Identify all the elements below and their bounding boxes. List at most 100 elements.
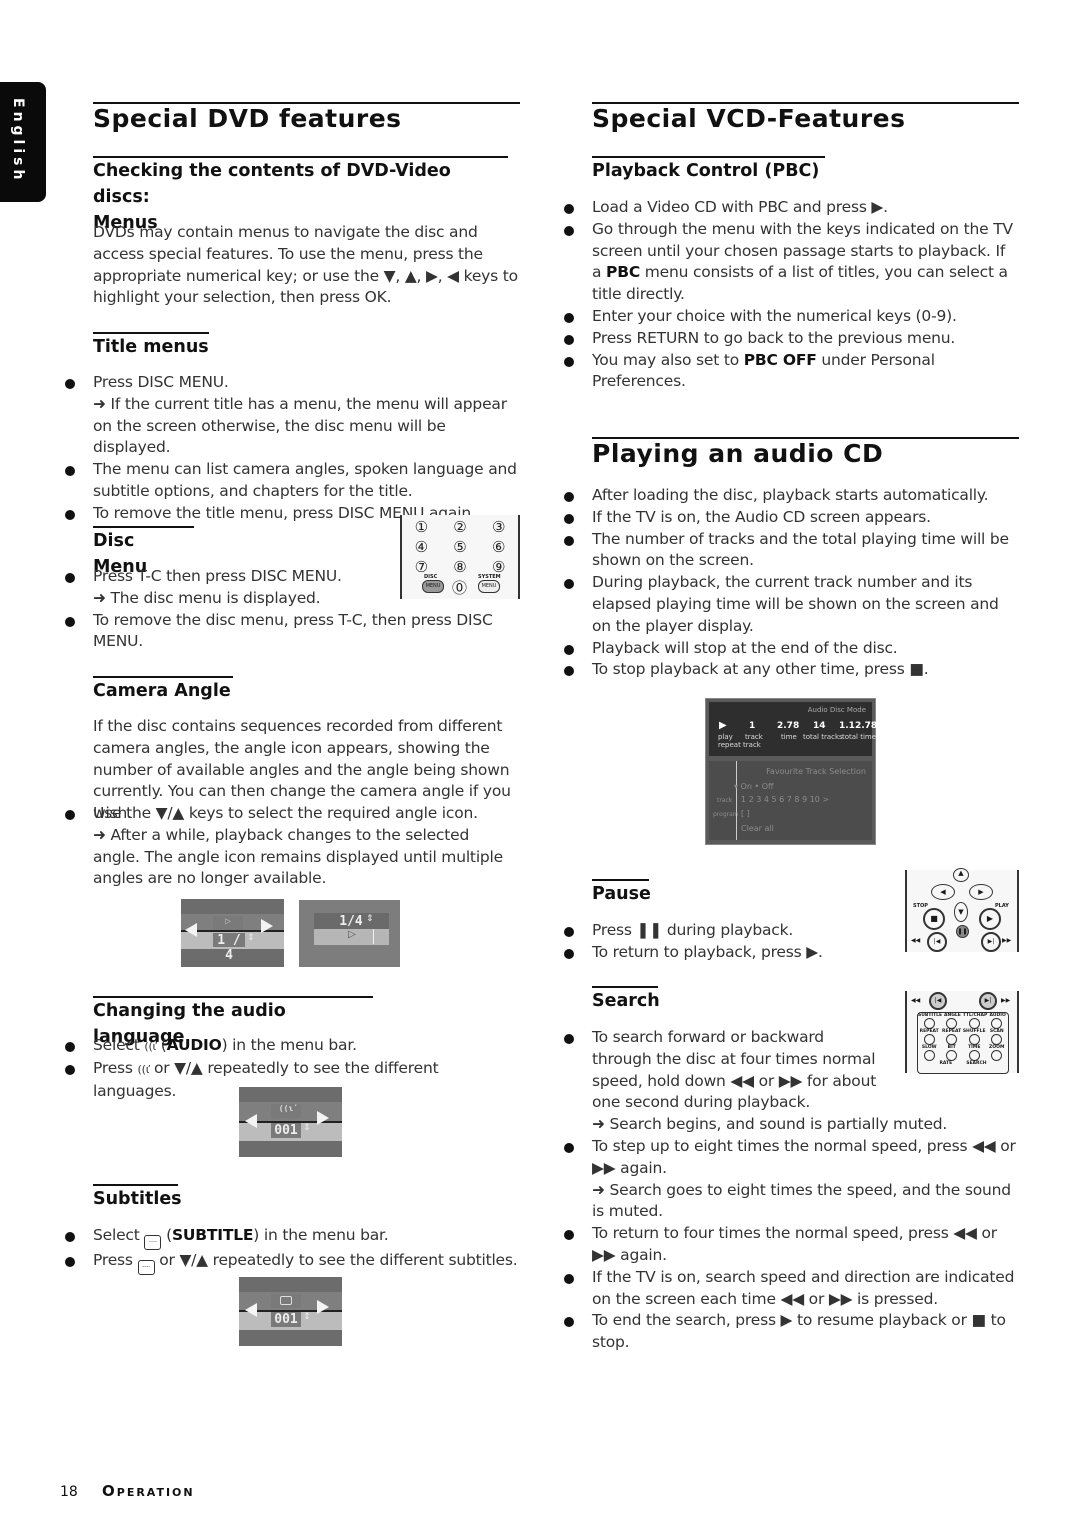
list-item: Load a Video CD with PBC and press ▶. bbox=[564, 197, 1019, 219]
key-1: ① bbox=[414, 518, 429, 536]
track-value: 1 bbox=[749, 721, 756, 731]
audio-value: 001 bbox=[271, 1123, 301, 1138]
key-0: ⓪ bbox=[452, 579, 468, 597]
forward-icon: ▶▶ bbox=[1002, 937, 1012, 944]
page-title-vcd: Special VCD-Features bbox=[592, 102, 1019, 134]
list-item: Enter your choice with the numerical key… bbox=[564, 306, 1019, 328]
list-item: During playback, the current track numbe… bbox=[564, 572, 1019, 637]
forward-icon: ▶▶ bbox=[1001, 997, 1011, 1004]
updown-icon: ⇕ bbox=[303, 1123, 311, 1133]
angle-osd-1: ▷ 1 / 4 ⇕ bbox=[181, 899, 284, 967]
list-item: To stop playback at any other time, pres… bbox=[564, 659, 1019, 681]
key-4: ④ bbox=[414, 538, 429, 556]
remote-search-illustration: ◀◀ |◀ ▶| ▶▶ SUBTITLE ANGLE TTL/CHAP AUDI… bbox=[905, 991, 1019, 1074]
play-label: play bbox=[718, 733, 733, 741]
key-3: ③ bbox=[491, 518, 506, 536]
angle-osd-2: 1/4 ⇕ ▷ bbox=[299, 900, 400, 967]
subtitle-icon: .... bbox=[137, 1260, 155, 1275]
title-menus-list: Press DISC MENU. ➜ If the current title h… bbox=[65, 372, 520, 525]
program-value: [ ] bbox=[741, 809, 750, 818]
subtitle-value: 001 bbox=[271, 1312, 301, 1327]
track-numbers[interactable]: 1 2 3 4 5 6 7 8 9 10 > bbox=[741, 795, 829, 804]
total-time-value: 1.12.78 bbox=[839, 721, 878, 731]
arrow-right-icon bbox=[261, 919, 273, 933]
audio-icon: ((ɩ̕ bbox=[271, 1104, 301, 1118]
arrow-left-icon bbox=[185, 923, 197, 937]
list-item: To remove the disc menu, press T-C, then… bbox=[65, 610, 493, 654]
play-key-icon: ▶ bbox=[979, 908, 1001, 930]
angle-icon: ▷ bbox=[331, 929, 374, 944]
subtitle-icon bbox=[271, 1294, 301, 1308]
rewind-icon: ◀◀ bbox=[911, 937, 921, 944]
list-item: Use the ▼/▲ keys to select the required … bbox=[65, 803, 520, 890]
function-keys-panel: SUBTITLE ANGLE TTL/CHAP AUDIO REPEAT REP… bbox=[917, 1012, 1009, 1074]
stop-label: STOP bbox=[913, 903, 928, 909]
language-tab: English bbox=[0, 82, 46, 202]
pause-key-icon: ❚❚ bbox=[956, 925, 969, 938]
clear-all-button[interactable]: Clear all bbox=[741, 824, 774, 833]
list-item: You may also set to PBC OFF under Person… bbox=[564, 350, 942, 394]
arrow-right-icon bbox=[317, 1111, 329, 1125]
key-2: ② bbox=[453, 518, 467, 536]
prev-key-icon: |◀ bbox=[927, 932, 947, 952]
list-item: If the TV is on, the Audio CD screen app… bbox=[564, 507, 1019, 529]
list-item: To return to four times the normal speed… bbox=[564, 1223, 1019, 1267]
rewind-icon: ◀◀ bbox=[911, 997, 921, 1004]
heading-camera-angle: Camera Angle bbox=[93, 676, 233, 704]
heading-pbc: Playback Control (PBC) bbox=[592, 156, 825, 184]
play-icon: ▶ bbox=[719, 720, 727, 731]
list-item: Press RETURN to go back to the previous … bbox=[564, 328, 1019, 350]
camera-angle-list: Use the ▼/▲ keys to select the required … bbox=[65, 803, 520, 890]
list-item: Select .... (SUBTITLE) in the menu bar. bbox=[65, 1225, 520, 1250]
list-item: Go through the menu with the keys indica… bbox=[564, 219, 1019, 306]
list-item: Press .... or ▼/▲ repeatedly to see the … bbox=[65, 1250, 520, 1275]
audio-icon: ((ɩ̕ bbox=[144, 1040, 157, 1053]
mode-label: Audio Disc Mode bbox=[807, 706, 866, 714]
footer-section: Operation bbox=[102, 1482, 195, 1500]
heading-subtitles: Subtitles bbox=[93, 1184, 182, 1212]
rate-key-label: RATE bbox=[939, 1061, 953, 1066]
page-number: 18 bbox=[60, 1484, 78, 1500]
heading-pause: Pause bbox=[592, 879, 651, 907]
list-item: If the TV is on, search speed and direct… bbox=[564, 1267, 1019, 1311]
on-off-toggle[interactable]: ▾ On • Off bbox=[734, 782, 774, 791]
stop-key-icon: ■ bbox=[923, 908, 945, 930]
disc-menu-list: Press T-C then press DISC MENU. ➜ The dis… bbox=[65, 566, 493, 653]
page-title-audio-cd: Playing an audio CD bbox=[592, 437, 1019, 469]
updown-icon: ⇕ bbox=[247, 933, 255, 943]
system-menu-key: MENU bbox=[478, 580, 500, 593]
down-key-icon: ▼ bbox=[954, 902, 968, 922]
heading-search: Search bbox=[592, 986, 660, 1014]
updown-icon: ⇕ bbox=[366, 914, 374, 924]
subtitle-osd: 001 ⇕ bbox=[239, 1277, 342, 1346]
total-time-label: total time bbox=[842, 733, 877, 741]
disc-menu-key: MENU bbox=[422, 580, 444, 593]
time-value: 2.78 bbox=[777, 721, 800, 731]
angle-value: 1/4 bbox=[339, 914, 363, 929]
angle-value: 1 / 4 bbox=[213, 933, 245, 963]
search-list: To search forward or backward through th… bbox=[564, 1027, 1019, 1354]
play-label: PLAY bbox=[995, 903, 1009, 909]
key-5: ⑤ bbox=[453, 538, 467, 556]
pbc-list: Load a Video CD with PBC and press ▶. Go… bbox=[564, 197, 1019, 394]
repeat-label: repeat track bbox=[718, 741, 761, 749]
subtitles-list: Select .... (SUBTITLE) in the menu bar. … bbox=[65, 1225, 520, 1275]
remote-pause-illustration: ▲ ◀ ▶ STOP PLAY ■ ▼ ▶ ❚❚ ◀◀ |◀ ▶| ▶▶ bbox=[905, 868, 1019, 952]
key-6: ⑥ bbox=[491, 538, 506, 556]
arrow-left-icon bbox=[245, 1114, 257, 1128]
favourite-label: Favourite Track Selection bbox=[766, 767, 866, 776]
track-label: track bbox=[745, 733, 763, 741]
list-item: To step up to eight times the normal spe… bbox=[564, 1136, 1019, 1223]
list-item: Playback will stop at the end of the dis… bbox=[564, 638, 1019, 660]
left-key-icon: ◀ bbox=[931, 884, 955, 900]
updown-icon: ⇕ bbox=[303, 1312, 311, 1322]
track-row-label: track bbox=[717, 797, 733, 804]
subtitle-icon: .... bbox=[144, 1235, 162, 1250]
heading-title-menus: Title menus bbox=[93, 332, 209, 360]
arrow-left-icon bbox=[245, 1303, 257, 1317]
list-item: The menu can list camera angles, spoken … bbox=[65, 459, 520, 503]
right-key-icon: ▶ bbox=[969, 884, 993, 900]
list-item: Press T-C then press DISC MENU. ➜ The dis… bbox=[65, 566, 383, 610]
key-8: ⑧ bbox=[453, 558, 467, 576]
list-item: After loading the disc, playback starts … bbox=[564, 485, 1019, 507]
